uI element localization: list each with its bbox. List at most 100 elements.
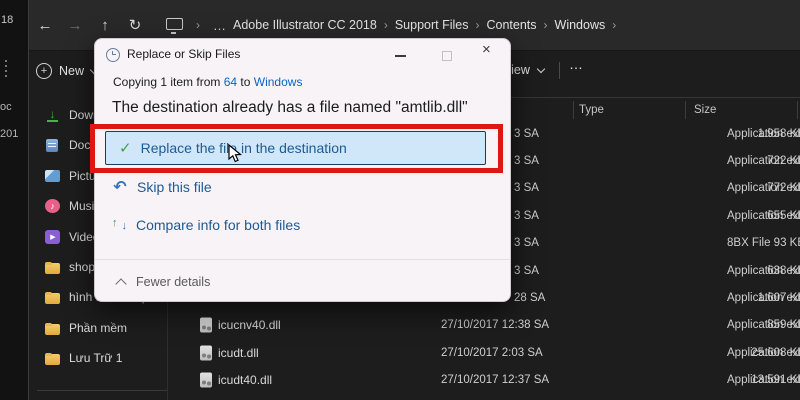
folder-icon: [45, 292, 60, 305]
file-date-modified: 3 SA: [514, 264, 539, 277]
conflict-headline: The destination already has a file named…: [112, 99, 468, 116]
file-date-modified: 3 SA: [514, 154, 539, 167]
breadcrumb-item[interactable]: Windows: [555, 18, 606, 32]
sidebar-item-label: shop: [69, 260, 96, 274]
source-folder-link[interactable]: 64: [224, 75, 237, 89]
back-icon[interactable]: ←: [30, 17, 60, 34]
music-icon: [45, 199, 60, 214]
dialog-title: Replace or Skip Files: [127, 47, 241, 61]
sidebar-item-folder[interactable]: Phần mềm: [45, 318, 127, 338]
up-icon[interactable]: ↑: [90, 17, 120, 34]
file-size: 722 KB: [767, 154, 800, 167]
sidebar-item-label: Phần mềm: [69, 320, 128, 335]
file-date-modified: 27/10/2017 2:03 SA: [441, 346, 543, 359]
file-date-modified: 3 SA: [514, 209, 539, 222]
toolbar-divider: [559, 62, 560, 79]
column-header-type[interactable]: Type: [579, 104, 604, 116]
file-size: 859 KB: [767, 319, 800, 332]
column-header-size[interactable]: Size: [694, 104, 716, 116]
background-window: 18 oc 201: [0, 0, 28, 400]
dll-file-icon: [200, 345, 212, 361]
file-date-modified: 3 SA: [514, 127, 539, 140]
breadcrumb-item[interactable]: Support Files: [395, 18, 469, 32]
sidebar-separator: [37, 390, 167, 391]
copy-summary: Copying 1 item from 64 to Windows: [113, 75, 302, 89]
fewer-details-label: Fewer details: [136, 275, 211, 289]
file-size: 655 KB: [767, 209, 800, 222]
file-date-modified: 27/10/2017 12:37 SA: [441, 374, 550, 387]
more-options-button[interactable]: …: [569, 56, 584, 72]
file-name: icucnv40.dll: [218, 318, 281, 333]
column-separator[interactable]: [797, 101, 798, 119]
column-separator[interactable]: [573, 101, 574, 119]
file-date-modified: 27/10/2017 12:38 SA: [441, 319, 550, 332]
breadcrumb-separator: ›: [543, 18, 548, 32]
new-button[interactable]: + New: [36, 63, 99, 79]
file-name: icudt.dll: [218, 345, 259, 360]
breadcrumb-separator: ›: [196, 18, 200, 32]
compare-files-label: Compare info for both files: [136, 217, 301, 233]
minimize-button[interactable]: [395, 55, 406, 57]
dll-file-icon: [200, 372, 212, 388]
copy-dialog-clock-icon: [106, 48, 120, 62]
file-date-modified: 28 SA: [514, 291, 546, 304]
dll-file-icon: [200, 317, 212, 333]
sidebar-item-music[interactable]: Music: [45, 196, 100, 216]
file-size: 25.608 KB: [751, 346, 800, 359]
file-size: 1.958 KB: [757, 127, 800, 140]
screen: 18 oc 201 ← → ↑ ↻ › … Adobe Illustrator …: [0, 0, 800, 400]
close-icon[interactable]: ×: [482, 41, 491, 58]
column-separator[interactable]: [685, 101, 686, 119]
breadcrumb: Adobe Illustrator CC 2018 › Support Files ›…: [233, 18, 623, 32]
skip-file-label: Skip this file: [137, 179, 212, 195]
plus-icon: +: [36, 63, 52, 79]
table-row[interactable]: icudt40.dll 27/10/2017 12:37 SA Applicatio…: [177, 367, 800, 394]
skip-file-button[interactable]: Skip this file: [112, 177, 212, 197]
dialog-separator: [95, 259, 510, 260]
compare-arrows-icon: [112, 217, 127, 233]
mouse-cursor: [228, 144, 243, 163]
file-size: 13.591 KB: [751, 374, 800, 387]
sidebar-item-label: Lưu Trữ 1: [69, 351, 123, 366]
breadcrumb-item[interactable]: Adobe Illustrator CC 2018: [233, 18, 377, 32]
refresh-icon[interactable]: ↻: [120, 16, 150, 34]
breadcrumb-separator: ›: [383, 18, 388, 32]
documents-icon: [46, 138, 58, 152]
folder-icon: [45, 353, 60, 366]
table-row[interactable]: icuin40.dll27/10/2017 2:03 SAApplication…: [177, 394, 800, 400]
copy-summary-mid: to: [237, 75, 254, 89]
breadcrumb-separator: ›: [475, 18, 480, 32]
annotation-highlight-box: [90, 124, 503, 173]
breadcrumb-separator: ›: [612, 18, 617, 32]
table-row[interactable]: icudt.dll 27/10/2017 2:03 SA Application e…: [177, 339, 800, 366]
file-name: icudt40.dll: [218, 373, 273, 388]
destination-folder-link[interactable]: Windows: [254, 75, 303, 89]
background-text-fragment: 201: [0, 128, 19, 140]
file-size: 772 KB: [767, 182, 800, 195]
file-size: 1.607 KB: [757, 291, 800, 304]
background-text-fragment: 18: [1, 14, 14, 26]
new-button-label: New: [59, 64, 85, 78]
fewer-details-button[interactable]: Fewer details: [115, 275, 211, 290]
folder-icon: [45, 262, 60, 274]
background-text-fragment: oc: [0, 101, 12, 113]
maximize-button[interactable]: [442, 51, 452, 61]
copy-summary-prefix: Copying 1 item from: [113, 75, 224, 89]
monitor-icon: [166, 17, 183, 34]
folder-icon: [45, 322, 60, 335]
file-date-modified: 3 SA: [514, 237, 539, 250]
sidebar-item-folder[interactable]: shop: [45, 257, 95, 277]
pictures-icon: [45, 169, 60, 182]
forward-icon[interactable]: →: [60, 17, 90, 34]
breadcrumb-overflow-icon[interactable]: …: [207, 18, 233, 33]
skip-arrow-icon: [112, 177, 128, 197]
compare-files-button[interactable]: Compare info for both files: [112, 217, 300, 233]
chevron-up-icon: [115, 278, 127, 290]
sidebar-item-folder[interactable]: Lưu Trữ 1: [45, 348, 122, 368]
grip-dots-icon: [5, 60, 7, 62]
file-date-modified: 3 SA: [514, 182, 539, 195]
table-row[interactable]: icucnv40.dll 27/10/2017 12:38 SA Applicati…: [177, 312, 800, 339]
downloads-icon: [45, 108, 60, 122]
breadcrumb-item[interactable]: Contents: [487, 18, 537, 32]
file-size: 93 KB: [773, 237, 800, 250]
